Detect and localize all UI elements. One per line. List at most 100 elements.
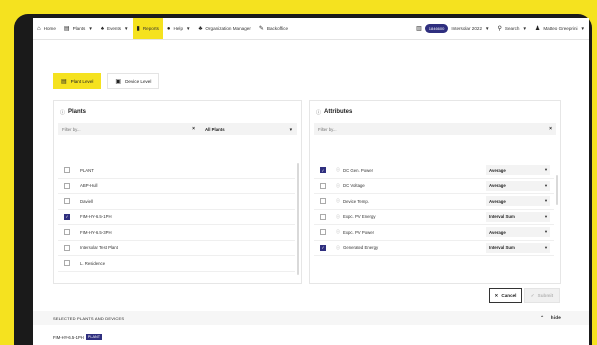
plant-checkbox[interactable] <box>64 244 70 251</box>
nav-help-label: Help <box>173 26 183 31</box>
help-circle-icon: ⓘ <box>336 198 340 204</box>
plants-scrollbar[interactable] <box>297 163 299 275</box>
attribute-label: DC Gen. Power <box>343 167 374 173</box>
cancel-button[interactable]: ✕ Cancel <box>489 288 522 303</box>
plant-checkbox[interactable] <box>64 182 70 189</box>
selected-header: SELECTED PLANTS AND DEVICES <box>53 315 125 321</box>
nav-search-label: Search <box>504 26 520 31</box>
attributes-panel: ⓘ Attributes × ✓ⓘDC Gen. PowerAverage▾ⓘD… <box>309 100 561 284</box>
hide-toggle[interactable]: ⌃ hide <box>540 315 561 321</box>
selected-item: FIM-HY-6.5-1PH PLANT <box>53 334 103 340</box>
submit-button[interactable]: ✓ Submit <box>524 288 560 303</box>
plant-checkbox[interactable] <box>64 260 70 267</box>
nav-backoffice[interactable]: ✎ Backoffice <box>255 18 292 39</box>
chevron-down-icon: ▾ <box>544 213 547 219</box>
plant-row[interactable]: FIM-HY-6.5-3PH <box>58 225 295 241</box>
help-icon: ● <box>166 25 171 32</box>
plants-filter-input[interactable] <box>62 126 162 132</box>
nav-org-manager[interactable]: ♣ Organization Manager <box>194 18 254 39</box>
aggregation-value: Interval Sum <box>489 214 515 220</box>
plant-row[interactable]: L. Residence <box>58 256 295 272</box>
tab-plant-level[interactable]: ▤ Plant Level <box>53 73 102 89</box>
plant-row[interactable]: PLANT <box>58 163 295 179</box>
plant-label: ABP-Hull <box>80 183 98 189</box>
attribute-row[interactable]: ✓ ⓘ DC Gen. Power Average ▾ <box>314 163 554 179</box>
attribute-checkbox[interactable] <box>320 229 326 236</box>
help-circle-icon: ⓘ <box>336 182 340 188</box>
building-icon: ▥ <box>416 26 422 32</box>
level-tabs: ▤ Plant Level ▣ Device Level <box>53 73 160 89</box>
aggregation-select[interactable]: Interval Sum ▾ <box>486 211 550 222</box>
aggregation-value: Average <box>489 183 506 189</box>
attribute-name: ⓘ DC Voltage <box>336 183 486 189</box>
plants-scope-select[interactable]: All Plants ▼ <box>199 127 297 132</box>
clear-icon[interactable]: × <box>549 126 556 132</box>
attribute-row[interactable]: ⓘ DC Voltage Average ▾ <box>314 179 554 194</box>
attribute-label: Generated Energy <box>343 245 379 251</box>
plant-checkbox[interactable] <box>64 198 70 205</box>
attribute-checkbox[interactable] <box>320 182 326 189</box>
plant-checkbox[interactable] <box>64 167 70 174</box>
attributes-panel-title: Attributes <box>324 109 353 115</box>
plant-checkbox[interactable]: ✓ <box>64 213 70 220</box>
plants-filter-row: × All Plants ▼ <box>58 123 297 135</box>
hide-label: hide <box>550 315 561 320</box>
attributes-scrollbar[interactable] <box>556 175 558 205</box>
chevron-down-icon: ▼ <box>580 26 585 31</box>
plant-row[interactable]: Intersolar Test Plant <box>58 241 295 256</box>
aggregation-select[interactable]: Interval Sum ▾ <box>486 242 550 253</box>
nav-reports[interactable]: ▮ Reports <box>132 18 163 39</box>
tab-plant-level-label: Plant Level <box>70 78 94 84</box>
nav-org-manager-label: Organization Manager <box>205 26 251 31</box>
plant-checkbox[interactable] <box>64 229 70 236</box>
nav-home[interactable]: ⌂ Home <box>33 18 60 39</box>
plant-row[interactable]: Daviell <box>58 194 295 210</box>
nav-plants[interactable]: ▤ Plants ▼ <box>60 18 97 39</box>
close-icon: ✕ <box>494 292 499 298</box>
attribute-row[interactable]: ⓘ Expc. PV Power Average ▾ <box>314 225 554 241</box>
nav-events[interactable]: ♠ Events ▼ <box>97 18 133 39</box>
user-menu[interactable]: ♟ Matteo Greeprini ▼ <box>531 18 589 39</box>
attribute-checkbox[interactable]: ✓ <box>320 167 326 174</box>
chevron-down-icon: ▼ <box>186 26 191 31</box>
nav-right: ▥ 1846600 Intersolar 2022 ▼ ⚲ Search ▼ ♟… <box>412 18 589 39</box>
attributes-filter-input[interactable] <box>318 126 418 132</box>
plant-row[interactable]: ✓ FIM-HY-6.5-1PH <box>58 210 295 225</box>
chevron-down-icon: ▼ <box>485 26 490 31</box>
attribute-row[interactable]: ⓘ Device Temp. Average ▾ <box>314 194 554 210</box>
org-selector[interactable]: ▥ 1846600 Intersolar 2022 ▼ <box>412 18 493 39</box>
chevron-down-icon: ▾ <box>544 167 547 173</box>
attribute-checkbox[interactable]: ✓ <box>320 244 326 251</box>
clear-icon[interactable]: × <box>192 126 199 132</box>
nav-search[interactable]: ⚲ Search ▼ <box>493 18 530 39</box>
nav-help[interactable]: ● Help ▼ <box>163 18 195 39</box>
plant-label: Intersolar Test Plant <box>80 245 118 251</box>
org-id-badge: 1846600 <box>424 24 449 33</box>
plant-label: FIM-HY-6.5-3PH <box>80 229 112 235</box>
attribute-row[interactable]: ✓ ⓘ Generated Energy Interval Sum ▾ <box>314 241 554 256</box>
plants-panel-header: ⓘ Plants <box>54 101 301 123</box>
plant-label: PLANT <box>80 167 94 173</box>
plant-row[interactable]: ABP-Hull <box>58 179 295 194</box>
attribute-row[interactable]: ⓘ Expc. PV Energy Interval Sum ▾ <box>314 210 554 225</box>
attribute-label: Expc. PV Energy <box>343 214 376 220</box>
device-icon: ▣ <box>115 78 122 85</box>
attribute-checkbox[interactable] <box>320 198 326 205</box>
attribute-name: ⓘ Expc. PV Energy <box>336 214 486 220</box>
aggregation-select[interactable]: Average ▾ <box>486 180 550 191</box>
chevron-down-icon: ▾ <box>544 229 547 235</box>
plants-scope-value: All Plants <box>205 126 225 132</box>
aggregation-select[interactable]: Average ▾ <box>486 165 550 176</box>
attribute-label: Device Temp. <box>343 198 369 204</box>
aggregation-value: Average <box>489 229 506 235</box>
aggregation-value: Interval Sum <box>489 245 515 251</box>
aggregation-select[interactable]: Average ▾ <box>486 196 550 207</box>
tab-device-level[interactable]: ▣ Device Level <box>107 73 160 89</box>
aggregation-select[interactable]: Average ▾ <box>486 227 550 238</box>
attribute-name: ⓘ Generated Energy <box>336 245 486 251</box>
org-name: Intersolar 2022 <box>451 26 483 31</box>
attribute-name: ⓘ DC Gen. Power <box>336 167 486 173</box>
plant-label: L. Residence <box>80 260 106 266</box>
nav-reports-label: Reports <box>142 26 159 31</box>
attribute-checkbox[interactable] <box>320 213 326 220</box>
